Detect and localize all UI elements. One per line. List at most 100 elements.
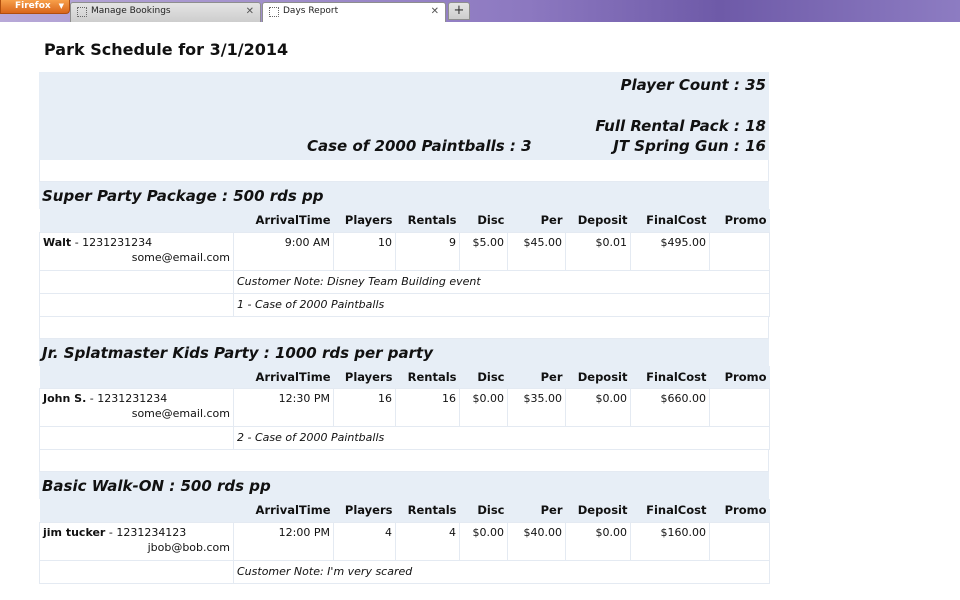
players-cell: 4 (333, 521, 396, 561)
note-spacer-cell (39, 559, 234, 584)
players-cell: 16 (333, 388, 396, 427)
customer-email: jbob@bob.com (147, 540, 230, 554)
customer-name: John S. (43, 392, 87, 405)
table-row: John S. - 1231231234 some@email.com 12:30 … (39, 388, 770, 427)
section-spacer (39, 316, 769, 339)
column-header-rentals: Rentals (395, 209, 460, 232)
page-content: Park Schedule for 3/1/2014 Player Count … (0, 22, 960, 600)
close-icon[interactable]: ✕ (246, 3, 254, 20)
note-row: Customer Note: I'm very scared (39, 559, 770, 584)
column-header-per: Per (507, 499, 566, 522)
customer-phone: - 1231231234 (71, 235, 153, 249)
arrival-time-cell: 9:00 AM (233, 231, 334, 271)
spring-gun-count: JT Spring Gun : 16 (613, 137, 766, 155)
customer-cell: John S. - 1231231234 some@email.com (39, 388, 234, 427)
customer-cell: jim tucker - 1231234123 jbob@bob.com (39, 521, 234, 561)
arrival-time-cell: 12:00 PM (233, 521, 334, 561)
note-row: 2 - Case of 2000 Paintballs (39, 426, 770, 450)
promo-cell (709, 521, 770, 561)
deposit-cell: $0.01 (565, 231, 631, 271)
page-title: Park Schedule for 3/1/2014 (44, 40, 289, 59)
table-header-row: ArrivalTime Players Rentals Disc Per Deposit F… (39, 365, 770, 389)
per-person-cell: $45.00 (507, 231, 566, 271)
booking-note: 2 - Case of 2000 Paintballs (233, 426, 770, 450)
column-header-arrivaltime: ArrivalTime (233, 499, 334, 522)
column-header-promo: Promo (709, 365, 770, 389)
bookings-table: ArrivalTime Players Rentals Disc Per Deposit F… (39, 499, 770, 584)
column-header-rentals: Rentals (395, 499, 460, 522)
column-header-customer (39, 209, 234, 232)
table-row: jim tucker - 1231234123 jbob@bob.com 12:00… (39, 521, 770, 561)
tab-manage-bookings[interactable]: Manage Bookings ✕ (70, 2, 261, 22)
packages-list: Super Party Package : 500 rds pp ArrivalT… (39, 160, 770, 584)
report: Player Count : 35 Full Rental Pack : 18 … (39, 72, 770, 584)
customer-email: some@email.com (131, 250, 230, 264)
column-header-players: Players (333, 365, 396, 389)
paintballs-count: Case of 2000 Paintballs : 3 (307, 137, 532, 155)
package-title: Super Party Package : 500 rds pp (39, 182, 769, 209)
column-header-promo: Promo (709, 209, 770, 232)
column-header-arrivaltime: ArrivalTime (233, 209, 334, 232)
package-title: Basic Walk-ON : 500 rds pp (39, 472, 769, 499)
table-header-row: ArrivalTime Players Rentals Disc Per Deposit F… (39, 209, 770, 232)
rentals-cell: 9 (395, 231, 460, 271)
section-spacer (39, 160, 769, 182)
column-header-finalcost: FinalCost (630, 209, 710, 232)
final-cost-cell: $660.00 (630, 388, 710, 427)
column-header-finalcost: FinalCost (630, 499, 710, 522)
note-row: Customer Note: Disney Team Building even… (39, 269, 770, 294)
booking-note: Customer Note: I'm very scared (233, 559, 770, 584)
customer-email: some@email.com (131, 407, 230, 420)
tab-label: Manage Bookings (91, 6, 171, 16)
column-header-deposit: Deposit (565, 209, 631, 232)
column-header-deposit: Deposit (565, 499, 631, 522)
full-rental-count: Full Rental Pack : 18 (595, 117, 766, 135)
column-header-rentals: Rentals (395, 365, 460, 389)
column-header-per: Per (507, 209, 566, 232)
column-header-disc: Disc (459, 365, 508, 389)
final-cost-cell: $160.00 (630, 521, 710, 561)
player-count: Player Count : 35 (620, 76, 766, 94)
page-icon (77, 7, 87, 17)
chevron-down-icon: ▼ (58, 2, 64, 10)
deposit-cell: $0.00 (565, 388, 631, 427)
column-header-players: Players (333, 209, 396, 232)
new-tab-button[interactable]: + (448, 2, 470, 20)
discount-cell: $0.00 (459, 521, 508, 561)
per-person-cell: $40.00 (507, 521, 566, 561)
firefox-menu-button[interactable]: Firefox ▼ (0, 0, 70, 14)
tab-label: Days Report (283, 6, 339, 16)
note-spacer-cell (39, 426, 234, 450)
column-header-deposit: Deposit (565, 365, 631, 389)
column-header-per: Per (507, 365, 566, 389)
rentals-cell: 16 (395, 388, 460, 427)
firefox-menu-label: Firefox (15, 1, 51, 11)
bookings-table: ArrivalTime Players Rentals Disc Per Deposit F… (39, 365, 770, 450)
section-spacer (39, 450, 769, 472)
column-header-disc: Disc (459, 499, 508, 522)
page-icon (269, 7, 279, 17)
column-header-promo: Promo (709, 499, 770, 522)
note-spacer-cell (39, 292, 234, 317)
customer-phone: - 1231231234 (86, 392, 168, 405)
customer-phone: - 1231234123 (105, 525, 187, 539)
deposit-cell: $0.00 (565, 521, 631, 561)
discount-cell: $5.00 (459, 231, 508, 271)
column-header-disc: Disc (459, 209, 508, 232)
close-icon[interactable]: ✕ (431, 3, 439, 20)
column-header-customer (39, 499, 234, 522)
customer-name: Walt (43, 235, 72, 249)
booking-note: Customer Note: Disney Team Building even… (233, 269, 770, 294)
booking-note: 1 - Case of 2000 Paintballs (233, 292, 770, 317)
table-row: Walt - 1231231234 some@email.com 9:00 AM 10… (39, 231, 770, 271)
rentals-cell: 4 (395, 521, 460, 561)
column-header-finalcost: FinalCost (630, 365, 710, 389)
promo-cell (709, 388, 770, 427)
summary-panel: Player Count : 35 Full Rental Pack : 18 … (39, 72, 769, 160)
tab-days-report[interactable]: Days Report ✕ (262, 2, 446, 23)
table-header-row: ArrivalTime Players Rentals Disc Per Deposit F… (39, 499, 770, 522)
promo-cell (709, 231, 770, 271)
column-header-arrivaltime: ArrivalTime (233, 365, 334, 389)
final-cost-cell: $495.00 (630, 231, 710, 271)
bookings-table: ArrivalTime Players Rentals Disc Per Deposit F… (39, 209, 770, 317)
